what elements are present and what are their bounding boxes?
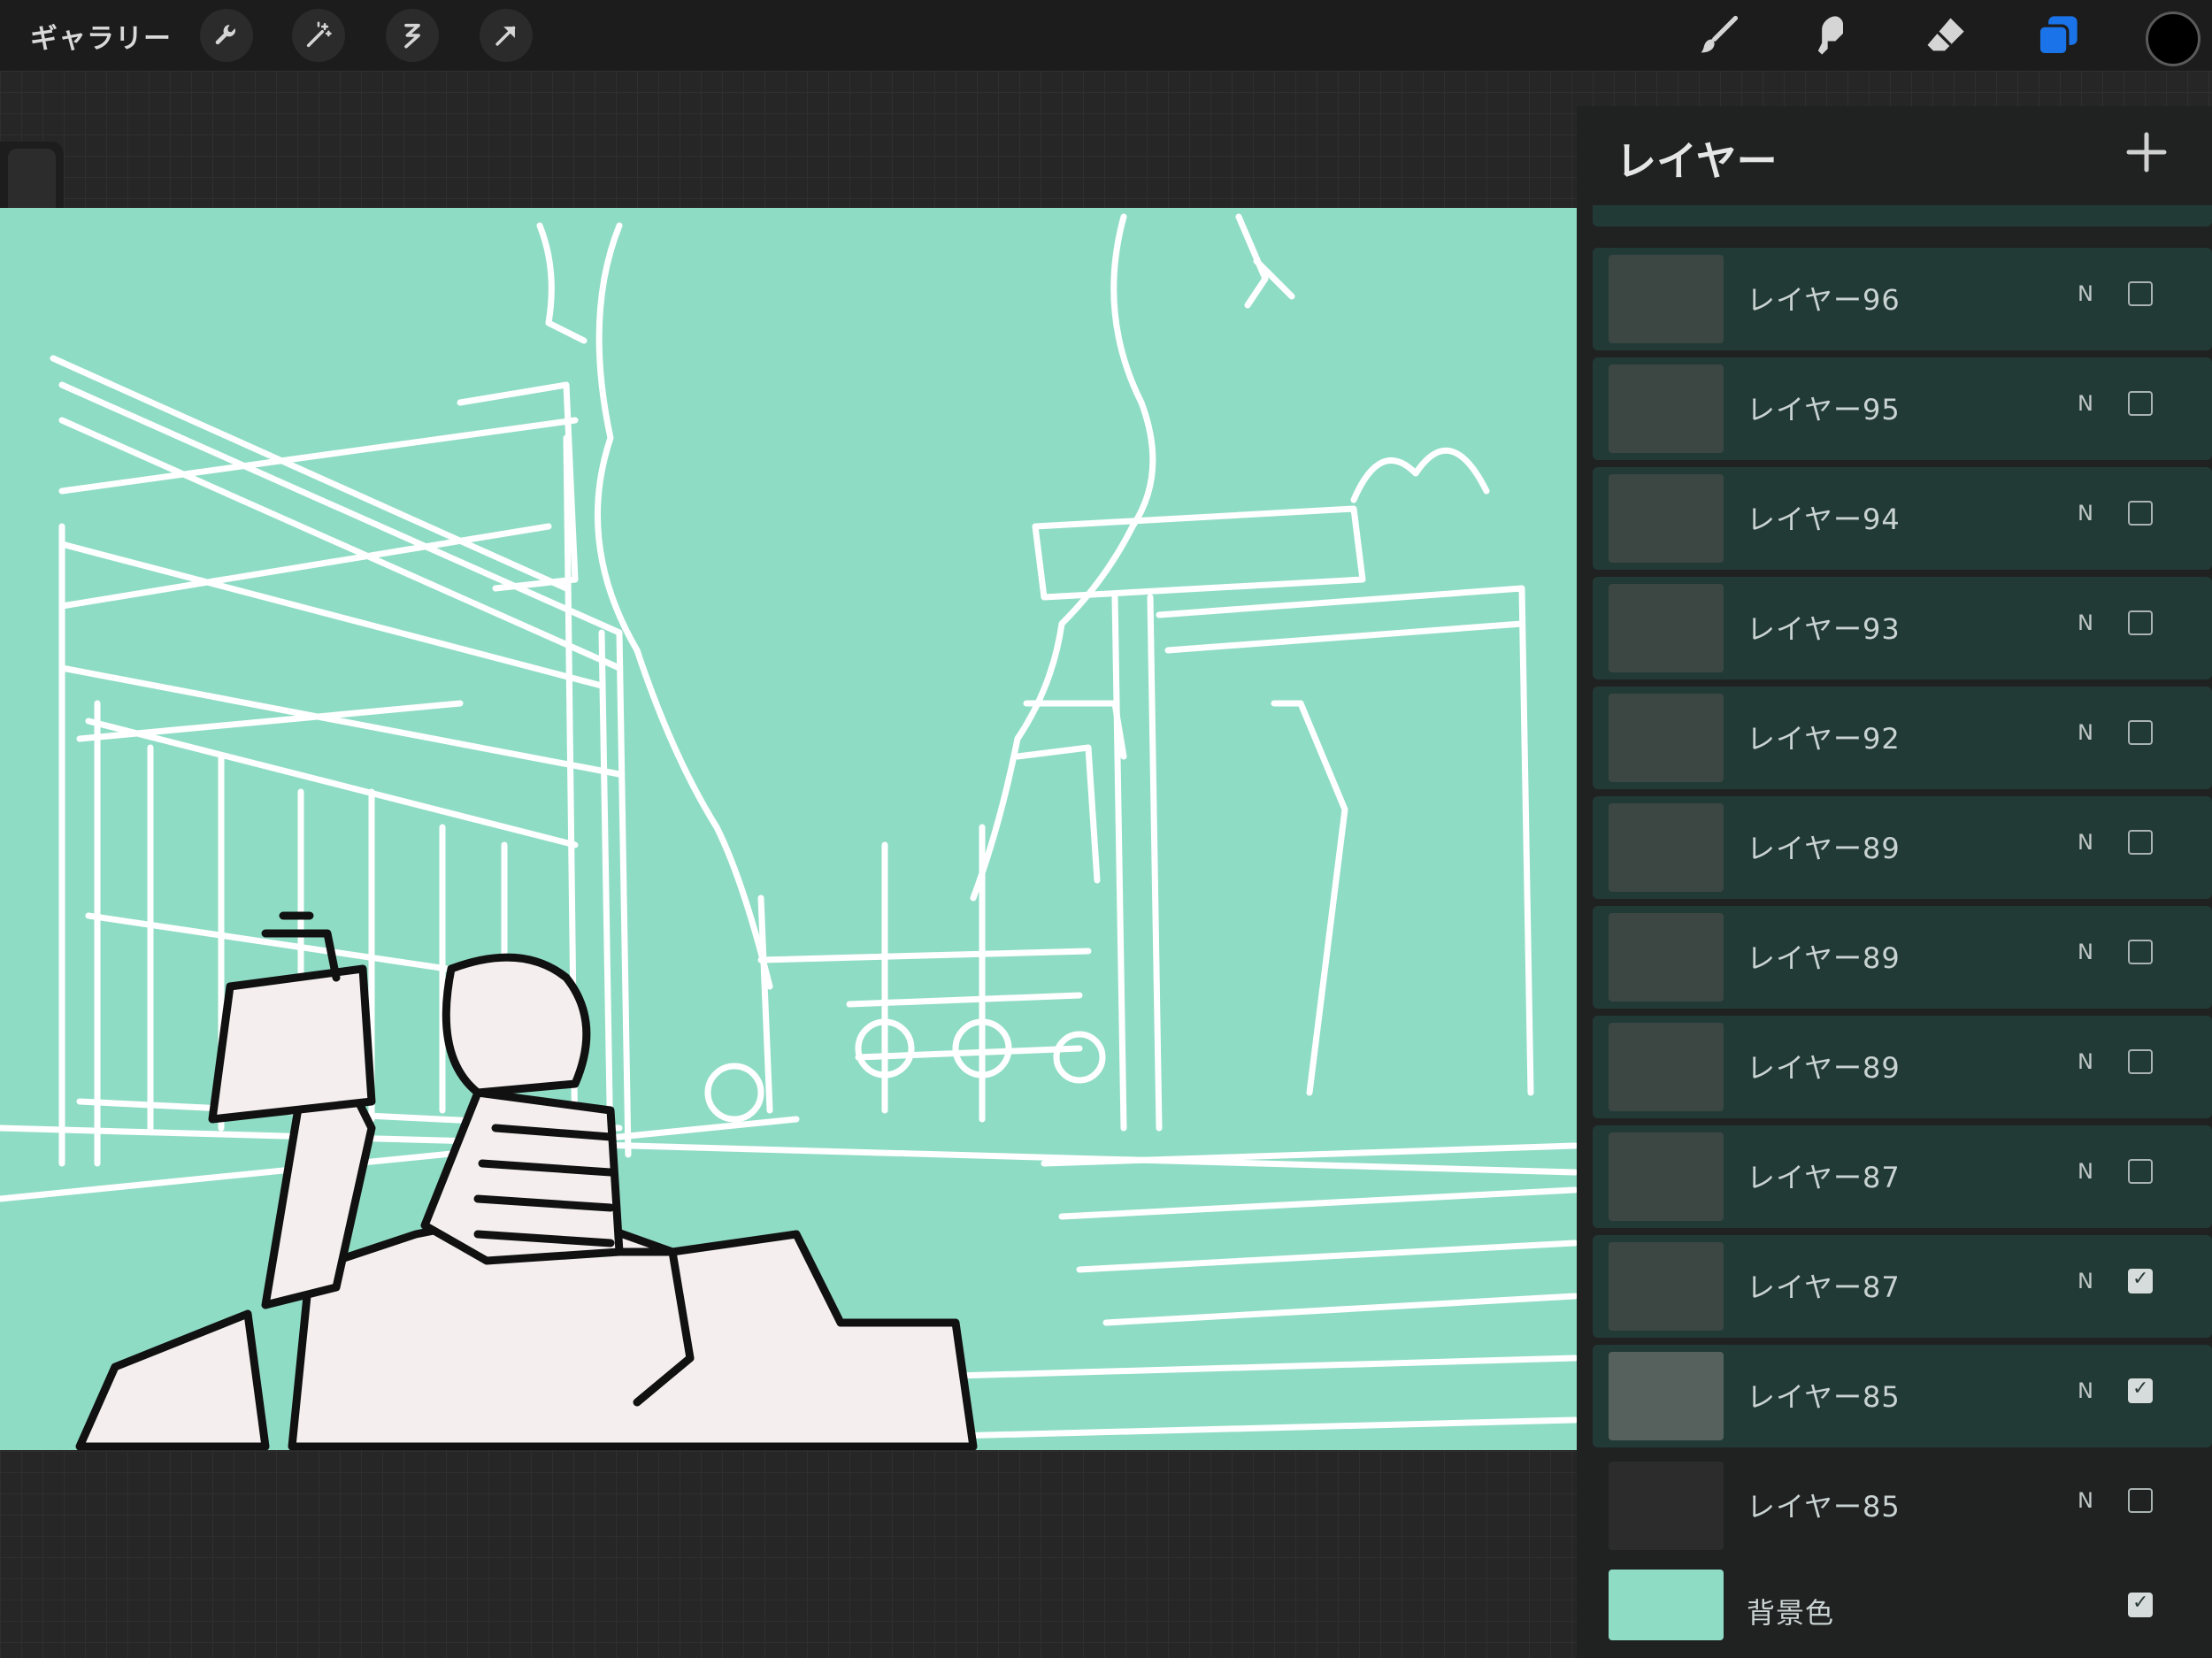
transform-arrow-icon[interactable] <box>480 9 533 62</box>
layer-row[interactable]: レイヤー95 N <box>1593 357 2212 460</box>
color-picker-button[interactable] <box>2146 12 2200 66</box>
background-color-layer[interactable]: 背景色 <box>1593 1566 2212 1654</box>
layer-row[interactable]: レイヤー96 N <box>1593 248 2212 350</box>
smudge-icon[interactable] <box>1803 7 1860 64</box>
layer-thumbnail <box>1609 255 1724 343</box>
background-layer-name: 背景色 <box>1747 1596 1835 1630</box>
background-color-swatch[interactable] <box>1609 1570 1724 1640</box>
layer-visibility-checkbox[interactable] <box>2128 720 2153 745</box>
layer-blend-mode[interactable]: N <box>2078 1159 2093 1184</box>
layers-panel-title: レイヤー <box>1616 137 1778 185</box>
layer-row[interactable]: レイヤー89 N <box>1593 1016 2212 1118</box>
layer-visibility-checkbox[interactable] <box>2128 1378 2153 1403</box>
selection-icon[interactable] <box>386 9 439 62</box>
magic-wand-icon[interactable] <box>292 9 345 62</box>
layer-blend-mode[interactable]: N <box>2078 720 2093 745</box>
layer-blend-mode[interactable]: N <box>2078 281 2093 306</box>
layer-name: レイヤー87 <box>1747 1270 1901 1304</box>
layer-row[interactable]: レイヤー89 N <box>1593 906 2212 1009</box>
brush-icon[interactable] <box>1690 7 1747 64</box>
layer-blend-mode[interactable]: N <box>2078 1488 2093 1513</box>
layers-icon[interactable] <box>2030 7 2086 64</box>
layer-name: レイヤー96 <box>1747 283 1901 317</box>
layer-name: レイヤー87 <box>1747 1161 1901 1194</box>
layer-name: レイヤー95 <box>1747 393 1901 426</box>
layer-thumbnail <box>1609 365 1724 453</box>
layer-blend-mode[interactable]: N <box>2078 1269 2093 1293</box>
layer-blend-mode[interactable]: N <box>2078 1049 2093 1074</box>
layer-thumbnail <box>1609 1242 1724 1331</box>
layer-visibility-checkbox[interactable] <box>2128 940 2153 964</box>
layer-thumbnail <box>1609 1462 1724 1550</box>
layer-row[interactable]: レイヤー92 N <box>1593 687 2212 789</box>
drawing-canvas[interactable] <box>0 208 1577 1450</box>
layer-name: レイヤー94 <box>1747 503 1901 536</box>
layer-visibility-checkbox[interactable] <box>2128 830 2153 855</box>
add-layer-icon[interactable] <box>2120 126 2173 179</box>
layer-thumbnail <box>1609 694 1724 782</box>
layer-blend-mode[interactable]: N <box>2078 1378 2093 1403</box>
layer-row[interactable]: レイヤー87 N <box>1593 1125 2212 1228</box>
background-visibility-checkbox[interactable] <box>2128 1592 2153 1617</box>
layer-thumbnail <box>1609 1352 1724 1440</box>
layer-blend-mode[interactable]: N <box>2078 830 2093 855</box>
layer-thumbnail <box>1609 913 1724 1002</box>
layer-name: レイヤー89 <box>1747 832 1901 865</box>
layer-row[interactable]: レイヤー89 N <box>1593 796 2212 899</box>
eraser-icon[interactable] <box>1916 7 1973 64</box>
layer-name: レイヤー89 <box>1747 1051 1901 1085</box>
layer-name: レイヤー92 <box>1747 722 1901 756</box>
layer-visibility-checkbox[interactable] <box>2128 501 2153 526</box>
artwork-illustration <box>0 213 1577 1450</box>
top-toolbar: ギャラリー <box>0 0 2212 71</box>
layer-thumbnail <box>1609 1132 1724 1221</box>
layers-panel: レイヤー レイヤー96 N レイヤー95 N レイヤー94 N レイヤー93 N… <box>1577 106 2212 1658</box>
layer-visibility-checkbox[interactable] <box>2128 1159 2153 1184</box>
layer-visibility-checkbox[interactable] <box>2128 1488 2153 1513</box>
layer-visibility-checkbox[interactable] <box>2128 610 2153 635</box>
layer-blend-mode[interactable]: N <box>2078 940 2093 964</box>
layer-row[interactable]: レイヤー85 N <box>1593 1345 2212 1447</box>
layer-visibility-checkbox[interactable] <box>2128 391 2153 416</box>
layer-name: レイヤー85 <box>1747 1490 1901 1524</box>
layer-thumbnail <box>1609 803 1724 892</box>
layer-row[interactable]: レイヤー94 N <box>1593 467 2212 570</box>
wrench-icon[interactable] <box>200 9 253 62</box>
layer-thumbnail <box>1609 474 1724 563</box>
layer-name: レイヤー85 <box>1747 1380 1901 1414</box>
layer-row[interactable]: レイヤー85 N <box>1593 1455 2212 1557</box>
layer-thumbnail <box>1609 1023 1724 1111</box>
layer-visibility-checkbox[interactable] <box>2128 281 2153 306</box>
layer-name: レイヤー89 <box>1747 941 1901 975</box>
layer-row[interactable]: レイヤー87 N <box>1593 1235 2212 1338</box>
layer-visibility-checkbox[interactable] <box>2128 1268 2153 1293</box>
layer-blend-mode[interactable]: N <box>2078 391 2093 416</box>
layer-row-partial[interactable] <box>1593 205 2212 226</box>
layer-thumbnail <box>1609 584 1724 672</box>
layer-blend-mode[interactable]: N <box>2078 610 2093 635</box>
layer-name: レイヤー93 <box>1747 612 1901 646</box>
layer-visibility-checkbox[interactable] <box>2128 1049 2153 1074</box>
layer-row[interactable]: レイヤー93 N <box>1593 577 2212 679</box>
gallery-button[interactable]: ギャラリー <box>30 16 172 56</box>
layer-blend-mode[interactable]: N <box>2078 501 2093 526</box>
